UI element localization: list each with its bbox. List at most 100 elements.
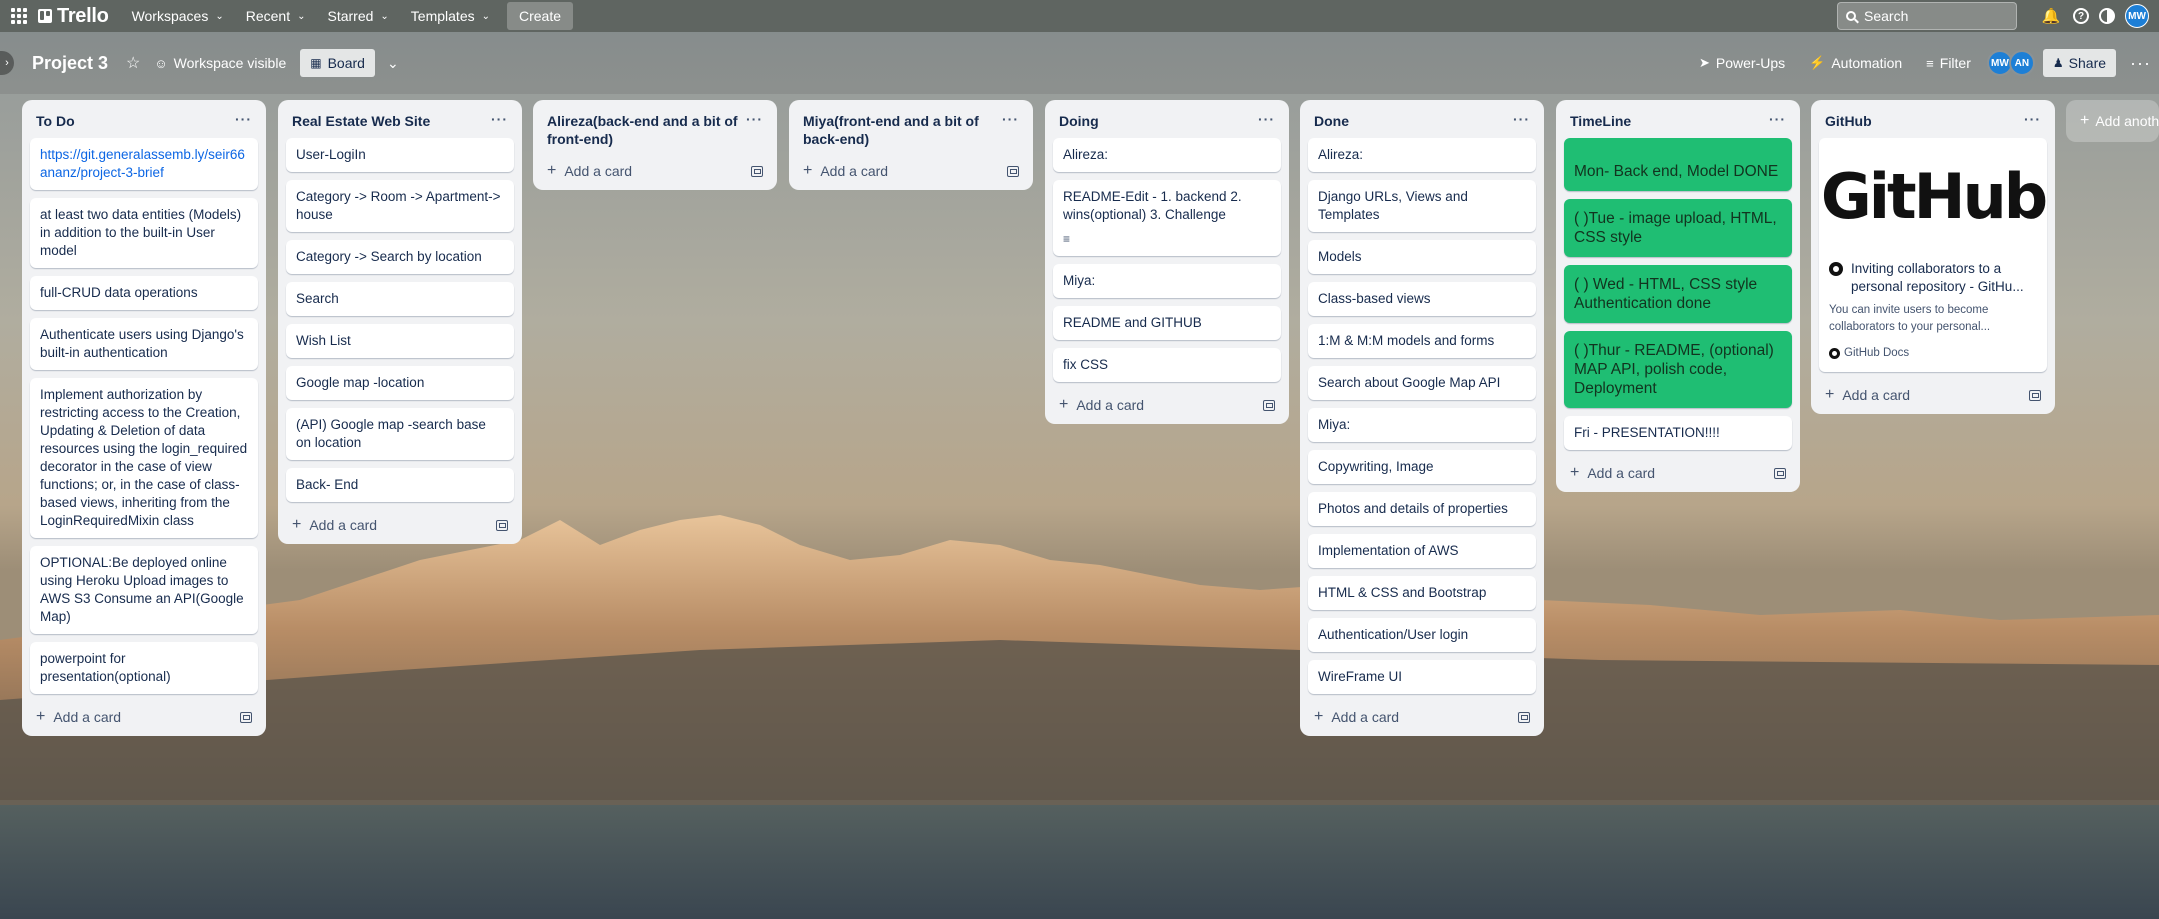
add-card-button[interactable]: + Add a card <box>292 516 377 534</box>
account-menu[interactable]: MW <box>2125 4 2149 28</box>
list-title[interactable]: Real Estate Web Site <box>292 112 430 130</box>
trello-logo[interactable]: Trello <box>38 5 109 28</box>
list-card[interactable]: Class-based views <box>1308 282 1536 316</box>
list-card[interactable]: README and GITHUB <box>1053 306 1281 340</box>
card-template-icon[interactable] <box>1518 711 1530 723</box>
list-card[interactable]: https://git.generalassemb.ly/seir66ananz… <box>30 138 258 190</box>
list-menu-icon[interactable]: ··· <box>1258 112 1275 126</box>
add-card-button[interactable]: + Add a card <box>1570 464 1655 482</box>
list-card[interactable]: Django URLs, Views and Templates <box>1308 180 1536 232</box>
list-menu-icon[interactable]: ··· <box>746 112 763 126</box>
github-link-card[interactable]: GitHub Inviting collaborators to a perso… <box>1819 138 2047 372</box>
list-card[interactable]: 1:M & M:M models and forms <box>1308 324 1536 358</box>
add-card-button[interactable]: + Add a card <box>1314 708 1399 726</box>
notifications-bell-icon[interactable]: 🔔 <box>2039 4 2063 28</box>
app-switcher-icon[interactable] <box>10 7 28 25</box>
list-card[interactable]: Search <box>286 282 514 316</box>
add-card-button[interactable]: + Add a card <box>803 162 888 180</box>
card-template-icon[interactable] <box>751 165 763 177</box>
board-menu-more-icon[interactable]: ··· <box>2130 53 2151 74</box>
add-card-label: Add a card <box>1076 397 1145 413</box>
share-button[interactable]: ♟ Share <box>2042 49 2117 77</box>
board-view-button[interactable]: ▦ Board <box>300 49 375 77</box>
list-title[interactable]: Miya(front-end and a bit of back-end) <box>803 112 1002 148</box>
list-card[interactable]: WireFrame UI <box>1308 660 1536 694</box>
list-card[interactable]: Category -> Room -> Apartment-> house <box>286 180 514 232</box>
list-card[interactable]: at least two data entities (Models) in a… <box>30 198 258 268</box>
list-card[interactable]: User-LogiIn <box>286 138 514 172</box>
star-icon[interactable]: ☆ <box>126 53 140 73</box>
visibility-button[interactable]: ☺ Workspace visible <box>154 55 286 71</box>
help-icon[interactable]: ? <box>2073 8 2089 24</box>
list-card[interactable]: Mon- Back end, Model DONE <box>1564 138 1792 191</box>
member-avatar[interactable]: AN <box>2008 50 2035 76</box>
list-card[interactable]: powerpoint for presentation(optional) <box>30 642 258 694</box>
list-menu-icon[interactable]: ··· <box>1513 112 1530 126</box>
list-menu-icon[interactable]: ··· <box>235 112 252 126</box>
plus-icon: + <box>803 162 813 179</box>
add-card-button[interactable]: + Add a card <box>547 162 632 180</box>
templates-menu[interactable]: Templates ⌄ <box>400 2 501 30</box>
list-card[interactable]: Authenticate users using Django's built-… <box>30 318 258 370</box>
card-template-icon[interactable] <box>2029 389 2041 401</box>
list-title[interactable]: Doing <box>1059 112 1099 130</box>
list-card[interactable]: README-Edit - 1. backend 2. wins(optiona… <box>1053 180 1281 256</box>
list-card[interactable]: Wish List <box>286 324 514 358</box>
list-card[interactable]: Alireza: <box>1053 138 1281 172</box>
card-template-icon[interactable] <box>1007 165 1019 177</box>
list-title[interactable]: TimeLine <box>1570 112 1631 130</box>
list-card[interactable]: Fri - PRESENTATION!!!! <box>1564 416 1792 450</box>
share-label: Share <box>2068 55 2107 71</box>
list-title[interactable]: To Do <box>36 112 75 130</box>
card-template-icon[interactable] <box>240 711 252 723</box>
card-template-icon[interactable] <box>1263 399 1275 411</box>
list-menu-icon[interactable]: ··· <box>491 112 508 126</box>
add-list-button[interactable]: + Add another list <box>2066 100 2159 142</box>
list-card[interactable]: HTML & CSS and Bootstrap <box>1308 576 1536 610</box>
list-menu-icon[interactable]: ··· <box>1002 112 1019 126</box>
chevron-down-icon: ⌄ <box>297 10 306 22</box>
add-card-button[interactable]: + Add a card <box>1059 396 1144 414</box>
list-card[interactable]: Miya: <box>1308 408 1536 442</box>
starred-menu[interactable]: Starred ⌄ <box>316 2 399 30</box>
list-card[interactable]: full-CRUD data operations <box>30 276 258 310</box>
chevron-down-icon[interactable]: ⌄ <box>387 55 399 72</box>
sidebar-expand-button[interactable]: › <box>0 51 14 75</box>
card-template-icon[interactable] <box>496 519 508 531</box>
list-card[interactable]: Miya: <box>1053 264 1281 298</box>
list-card[interactable]: fix CSS <box>1053 348 1281 382</box>
list-card[interactable]: Alireza: <box>1308 138 1536 172</box>
recent-menu[interactable]: Recent ⌄ <box>235 2 317 30</box>
list-menu-icon[interactable]: ··· <box>1769 112 1786 126</box>
list-card[interactable]: ( )Thur - README, (optional) MAP API, po… <box>1564 331 1792 408</box>
add-card-button[interactable]: + Add a card <box>36 708 121 726</box>
list-menu-icon[interactable]: ··· <box>2024 112 2041 126</box>
list-title[interactable]: Alireza(back-end and a bit of front-end) <box>547 112 746 148</box>
filter-button[interactable]: ≡ Filter <box>1926 55 1971 71</box>
add-card-button[interactable]: + Add a card <box>1825 386 1910 404</box>
list-card[interactable]: Category -> Search by location <box>286 240 514 274</box>
list-card[interactable]: ( ) Wed - HTML, CSS style Authentication… <box>1564 265 1792 323</box>
create-button[interactable]: Create <box>507 2 574 30</box>
list-card[interactable]: Search about Google Map API <box>1308 366 1536 400</box>
list-card[interactable]: Back- End <box>286 468 514 502</box>
list-card[interactable]: Authentication/User login <box>1308 618 1536 652</box>
list-card[interactable]: (API) Google map -search base on locatio… <box>286 408 514 460</box>
list-title[interactable]: Done <box>1314 112 1349 130</box>
list-card[interactable]: OPTIONAL:Be deployed online using Heroku… <box>30 546 258 634</box>
automation-button[interactable]: ⚡ Automation <box>1809 55 1902 71</box>
list-title[interactable]: GitHub <box>1825 112 1872 130</box>
search-input[interactable]: Search <box>1837 2 2017 30</box>
workspaces-menu[interactable]: Workspaces ⌄ <box>121 2 235 30</box>
list-card[interactable]: Implementation of AWS <box>1308 534 1536 568</box>
board-title[interactable]: Project 3 <box>32 53 108 74</box>
list-card[interactable]: Implement authorization by restricting a… <box>30 378 258 538</box>
list-card[interactable]: Models <box>1308 240 1536 274</box>
list-card[interactable]: Photos and details of properties <box>1308 492 1536 526</box>
theme-toggle-icon[interactable] <box>2099 8 2115 24</box>
list-card[interactable]: Copywriting, Image <box>1308 450 1536 484</box>
power-ups-button[interactable]: ➤ Power-Ups <box>1699 55 1785 71</box>
list-card[interactable]: ( )Tue - image upload, HTML, CSS style <box>1564 199 1792 257</box>
card-template-icon[interactable] <box>1774 467 1786 479</box>
list-card[interactable]: Google map -location <box>286 366 514 400</box>
